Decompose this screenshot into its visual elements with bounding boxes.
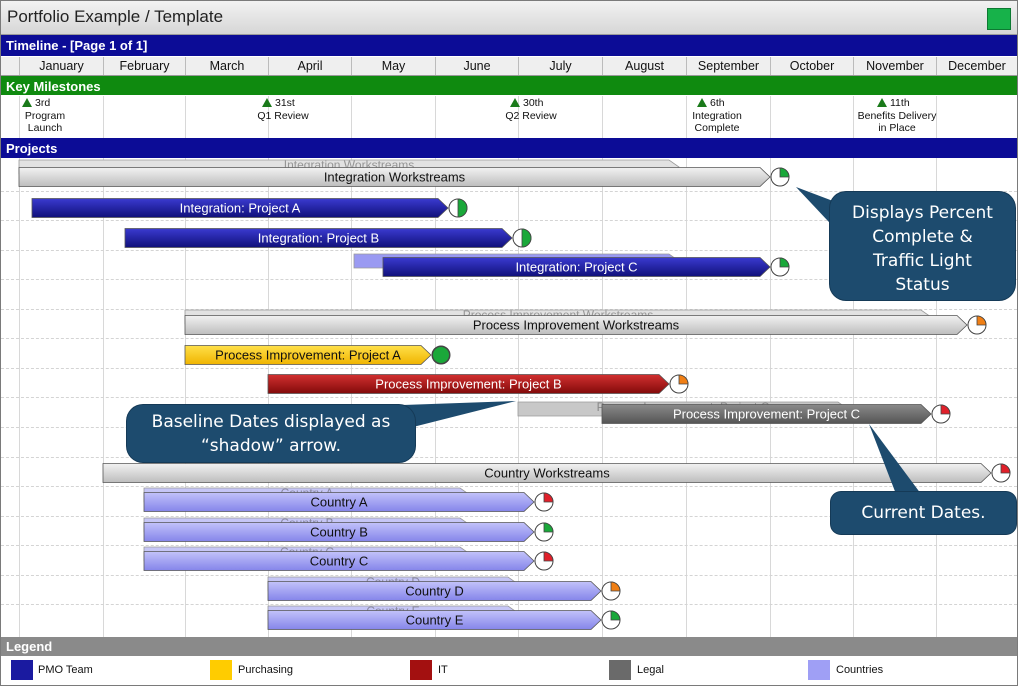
callout-percent-complete: Displays Percent Complete & Traffic Ligh… (830, 192, 1015, 300)
callout-line: Baseline Dates displayed as (151, 412, 391, 432)
legend-label: IT (438, 664, 448, 676)
legend-label: Countries (836, 664, 884, 676)
legend-swatch (210, 660, 232, 680)
callout-line: Displays Percent (852, 203, 993, 223)
legend-label: PMO Team (38, 664, 93, 676)
callout-line: “shadow” arrow. (200, 436, 342, 456)
legend-swatch (11, 660, 33, 680)
callout-pointers (403, 187, 921, 494)
callout-baseline: Baseline Dates displayed as “shadow” arr… (127, 405, 415, 462)
legend-header: Legend (6, 639, 53, 654)
legend-swatch (808, 660, 830, 680)
callout-pointer (403, 401, 516, 427)
callout-line: Status (895, 275, 950, 295)
callout-current-dates: Current Dates. (831, 492, 1016, 534)
callout-line: Complete & (872, 227, 973, 247)
legend-label: Purchasing (238, 664, 294, 676)
legend-swatch (609, 660, 631, 680)
callout-pointer (869, 424, 921, 494)
legend-header-bar: Legend (1, 637, 1017, 656)
gantt-window: Portfolio Example / Template Timeline - … (0, 0, 1018, 686)
legend-label: Legal (637, 664, 664, 676)
legend-swatch (410, 660, 432, 680)
callout-line: Traffic Light (873, 251, 972, 271)
